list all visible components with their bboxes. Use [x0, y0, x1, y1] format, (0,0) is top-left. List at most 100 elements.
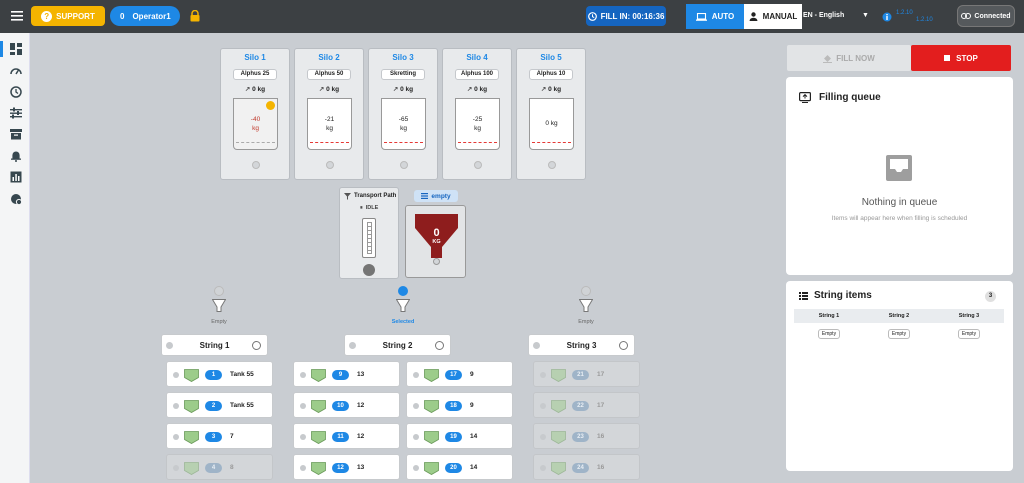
silo-level-unit: kg — [326, 125, 333, 132]
top-bar: ? SUPPORT 0 Operator1 FILL IN: 00:16:36 … — [0, 0, 1024, 33]
silo-level: 0 kg — [540, 113, 563, 135]
tank-icon — [551, 462, 566, 475]
version-indicator: 1.2.10 1.2.10 — [882, 8, 937, 26]
silo-threshold-line — [236, 142, 275, 143]
laptop-icon — [695, 12, 707, 21]
tank-item[interactable]: 11 12 — [293, 423, 400, 449]
fill-now-button[interactable]: FILL NOW — [787, 45, 911, 71]
funnel-label: Empty — [578, 319, 594, 325]
tank-item[interactable]: 20 14 — [406, 454, 513, 480]
mode-manual-button[interactable]: MANUAL — [744, 4, 802, 29]
operator-button[interactable]: 0 Operator1 — [110, 6, 180, 26]
silo-status-dot — [252, 161, 260, 169]
tank-item[interactable]: 21 17 — [533, 361, 640, 387]
alarm-icon[interactable] — [10, 150, 22, 162]
item-status-dot — [173, 403, 179, 409]
silo-level-value: -65 — [398, 116, 409, 123]
tank-item[interactable]: 4 8 — [166, 454, 273, 480]
item-status-dot — [173, 434, 179, 440]
menu-icon[interactable] — [11, 11, 23, 21]
tank-icon — [184, 431, 199, 444]
support-button[interactable]: ? SUPPORT — [31, 6, 105, 26]
silo-product-chip[interactable]: Alphus 25 — [233, 69, 277, 80]
string-items-table: String 1 String 2 String 3 Empty Empty E… — [794, 309, 1004, 343]
tank-item[interactable]: 24 16 — [533, 454, 640, 480]
tank-item[interactable]: 17 9 — [406, 361, 513, 387]
silo-weight: ↗ 0 kg — [443, 85, 511, 93]
string-header[interactable]: String 1 — [161, 334, 268, 356]
silo-product-chip[interactable]: Alphus 50 — [307, 69, 351, 80]
tank-item[interactable]: 3 7 — [166, 423, 273, 449]
funnel-select-dot[interactable] — [581, 286, 591, 296]
tank-item[interactable]: 2 Tank 55 — [166, 392, 273, 418]
speedometer-icon[interactable] — [10, 65, 22, 77]
archive-icon[interactable] — [10, 128, 22, 140]
bar-chart-icon[interactable] — [10, 171, 22, 183]
tank-item[interactable]: 1 Tank 55 — [166, 361, 273, 387]
tank-item[interactable]: 19 14 — [406, 423, 513, 449]
tank-item[interactable]: 12 13 — [293, 454, 400, 480]
tank-number-badge: 10 — [332, 401, 349, 411]
sliders-icon[interactable] — [10, 107, 22, 119]
chevron-down-icon[interactable]: ▼ — [862, 12, 869, 19]
string-name: String 2 — [382, 340, 413, 350]
tank-number-badge: 20 — [445, 463, 462, 473]
silo-weight-value: 0 kg — [548, 86, 562, 93]
clock-icon[interactable] — [10, 86, 22, 98]
string-items-title: String items — [814, 290, 872, 301]
tank-icon — [311, 431, 326, 444]
silo-card[interactable]: Silo 2 Alphus 50 ↗ 0 kg -21 kg — [294, 48, 364, 180]
silo-product-chip[interactable]: Alphus 100 — [455, 69, 499, 80]
tank-icon — [311, 369, 326, 382]
mode-manual-label: MANUAL — [762, 12, 798, 21]
tank-icon — [551, 431, 566, 444]
silo-name: Silo 5 — [540, 53, 562, 62]
item-status-dot — [173, 372, 179, 378]
tank-item[interactable]: 18 9 — [406, 392, 513, 418]
silo-threshold-line — [310, 142, 349, 143]
string-header[interactable]: String 2 — [344, 334, 451, 356]
string-radio[interactable] — [252, 341, 261, 350]
string-radio[interactable] — [619, 341, 628, 350]
tank-label: Tank 55 — [230, 402, 254, 409]
stop-button[interactable]: STOP — [911, 45, 1011, 71]
list-icon — [421, 193, 429, 199]
funnel-select-dot[interactable] — [398, 286, 408, 296]
funnel-icon — [579, 299, 593, 312]
tank-number-badge: 17 — [445, 370, 462, 380]
tank-item[interactable]: 22 17 — [533, 392, 640, 418]
string-name: String 1 — [199, 340, 230, 350]
tank-number-badge: 3 — [205, 432, 222, 442]
connection-status[interactable]: Connected — [957, 5, 1015, 27]
silo-tank: -40 kg — [233, 98, 278, 150]
pie-chart-icon[interactable] — [10, 193, 22, 205]
silo-product-chip[interactable]: Skretting — [381, 69, 425, 80]
sidebar-active-indicator — [0, 41, 3, 57]
silo-card[interactable]: Silo 4 Alphus 100 ↗ 0 kg -25 kg — [442, 48, 512, 180]
tank-label: Tank 55 — [230, 371, 254, 378]
string-item-chip: Empty — [817, 328, 841, 339]
silo-product-chip[interactable]: Alphus 10 — [529, 69, 573, 80]
info-icon — [882, 12, 892, 22]
fill-in-label: FILL IN: 00:16:36 — [600, 11, 665, 21]
tank-number-badge: 4 — [205, 463, 222, 473]
support-label: SUPPORT — [56, 11, 95, 21]
tank-item[interactable]: 23 16 — [533, 423, 640, 449]
mode-auto-button[interactable]: AUTO — [686, 4, 744, 29]
tank-number-badge: 1 — [205, 370, 222, 380]
lock-icon[interactable] — [190, 10, 200, 22]
dashboard-icon[interactable] — [10, 43, 22, 55]
tank-item[interactable]: 9 13 — [293, 361, 400, 387]
tank-number-badge: 23 — [572, 432, 589, 442]
string-radio[interactable] — [435, 341, 444, 350]
funnel-select-dot[interactable] — [214, 286, 224, 296]
silo-name: Silo 1 — [244, 53, 266, 62]
silo-card[interactable]: Silo 5 Alphus 10 ↗ 0 kg 0 kg — [516, 48, 586, 180]
funnel-icon — [396, 299, 410, 312]
trend-icon: ↗ — [244, 86, 251, 93]
tank-item[interactable]: 10 12 — [293, 392, 400, 418]
string-header[interactable]: String 3 — [528, 334, 635, 356]
silo-card[interactable]: Silo 1 Alphus 25 ↗ 0 kg -40 kg — [220, 48, 290, 180]
language-select[interactable]: EN - English — [803, 12, 844, 19]
silo-card[interactable]: Silo 3 Skretting ↗ 0 kg -65 kg — [368, 48, 438, 180]
